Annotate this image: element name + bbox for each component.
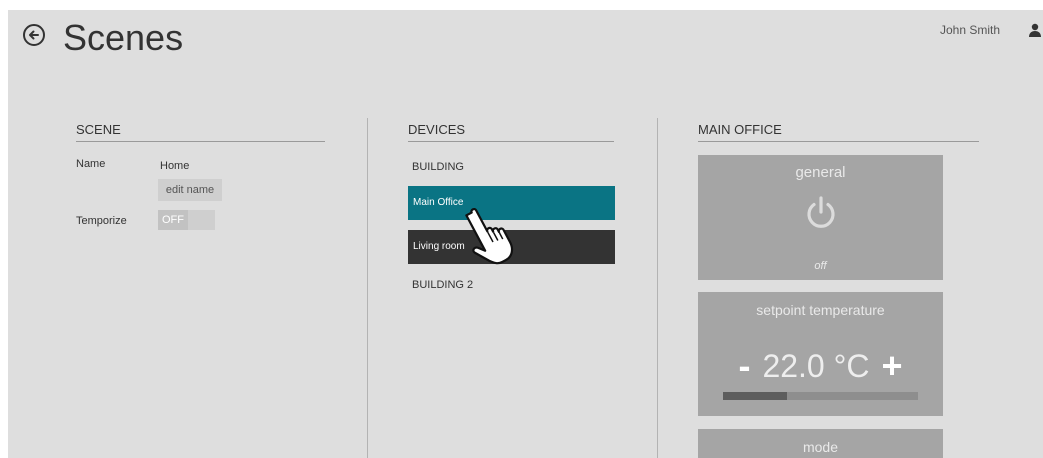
column-divider: [367, 118, 368, 458]
setpoint-level-bar[interactable]: [723, 392, 918, 400]
power-icon[interactable]: [805, 195, 837, 229]
device-group-building[interactable]: BUILDING: [412, 161, 464, 173]
room-heading: MAIN OFFICE: [698, 122, 979, 142]
name-label: Name: [76, 158, 106, 170]
scene-name-value: Home: [160, 160, 190, 172]
user-name[interactable]: John Smith: [940, 23, 1000, 37]
decrease-temperature-button[interactable]: -: [726, 345, 762, 387]
setpoint-value: 22.0 °C: [762, 347, 870, 384]
edit-name-button[interactable]: edit name: [158, 179, 222, 201]
setpoint-level-fill: [723, 392, 788, 400]
back-button[interactable]: [23, 24, 45, 46]
setpoint-card: setpoint temperature - 22.0 °C +: [698, 292, 943, 416]
app-window: Scenes John Smith SCENE Name Home edit n…: [8, 10, 1043, 458]
setpoint-card-title: setpoint temperature: [756, 302, 885, 318]
page-title: Scenes: [63, 17, 184, 58]
back-arrow-icon: [29, 30, 39, 40]
temporize-toggle-state: OFF: [158, 210, 188, 230]
mode-card[interactable]: mode: [698, 429, 943, 458]
setpoint-control: - 22.0 °C +: [698, 345, 943, 387]
general-card: general off: [698, 155, 943, 280]
user-icon[interactable]: [1028, 23, 1042, 37]
mode-card-title: mode: [802, 439, 839, 455]
scene-heading: SCENE: [76, 122, 325, 142]
general-card-title: general: [795, 164, 846, 181]
column-divider: [657, 118, 658, 458]
increase-temperature-button[interactable]: +: [870, 345, 915, 387]
devices-heading: DEVICES: [408, 122, 614, 142]
temporize-toggle[interactable]: OFF: [158, 210, 215, 230]
hand-pointer-icon: [465, 207, 514, 265]
general-state: off: [814, 260, 827, 272]
temporize-label: Temporize: [76, 215, 127, 227]
device-group-building-2[interactable]: BUILDING 2: [412, 279, 473, 291]
